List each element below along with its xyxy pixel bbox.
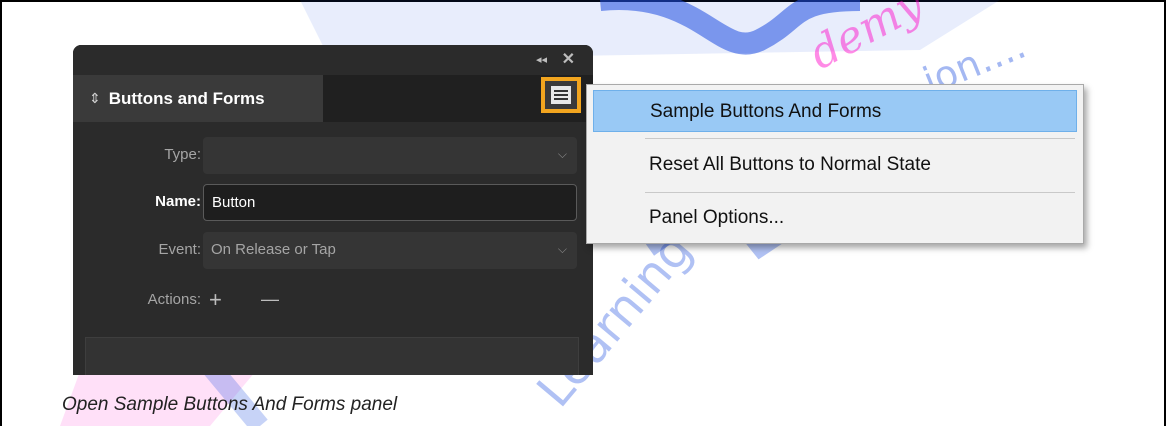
- menu-separator: [645, 192, 1075, 193]
- add-action-icon[interactable]: +: [209, 287, 222, 313]
- name-label: Name:: [155, 193, 201, 210]
- buttons-and-forms-panel: ◂◂ ✕ ⇕ Buttons and Forms Type: ⌵ Name: B…: [73, 45, 593, 375]
- type-row: Type: ⌵: [73, 136, 593, 176]
- close-icon[interactable]: ✕: [562, 49, 575, 69]
- chevron-down-icon: ⌵: [557, 242, 567, 256]
- name-input[interactable]: Button: [203, 184, 577, 221]
- panel-menu-button[interactable]: [541, 77, 581, 113]
- updown-arrows-icon: ⇕: [89, 90, 101, 106]
- type-label: Type:: [164, 146, 201, 163]
- menu-item-sample-buttons-and-forms[interactable]: Sample Buttons And Forms: [593, 90, 1077, 132]
- event-row: Event: On Release or Tap ⌵: [73, 231, 593, 271]
- actions-list: [85, 337, 579, 375]
- event-label: Event:: [158, 241, 201, 258]
- name-value: Button: [212, 194, 256, 211]
- menu-item-panel-options[interactable]: Panel Options...: [593, 197, 1077, 239]
- panel-flyout-menu: Sample Buttons And Forms Reset All Butto…: [586, 84, 1084, 244]
- panel-topbar: ◂◂ ✕: [73, 45, 593, 75]
- actions-label: Actions:: [147, 291, 201, 308]
- type-select[interactable]: ⌵: [203, 137, 577, 174]
- chevron-down-icon: ⌵: [557, 147, 567, 161]
- hamburger-icon: [551, 86, 571, 104]
- event-select[interactable]: On Release or Tap ⌵: [203, 232, 577, 269]
- menu-separator: [645, 138, 1075, 139]
- panel-tab-row: ⇕ Buttons and Forms: [73, 75, 593, 122]
- remove-action-icon[interactable]: —: [261, 289, 279, 310]
- menu-item-reset-all-buttons[interactable]: Reset All Buttons to Normal State: [593, 144, 1077, 186]
- actions-row: Actions: + —: [73, 281, 593, 321]
- name-row: Name: Button: [73, 183, 593, 223]
- collapse-icon[interactable]: ◂◂: [536, 53, 547, 66]
- tab-title: Buttons and Forms: [108, 88, 265, 108]
- event-value: On Release or Tap: [211, 241, 336, 258]
- figure-caption: Open Sample Buttons And Forms panel: [62, 394, 398, 415]
- tab-buttons-and-forms[interactable]: ⇕ Buttons and Forms: [73, 75, 323, 122]
